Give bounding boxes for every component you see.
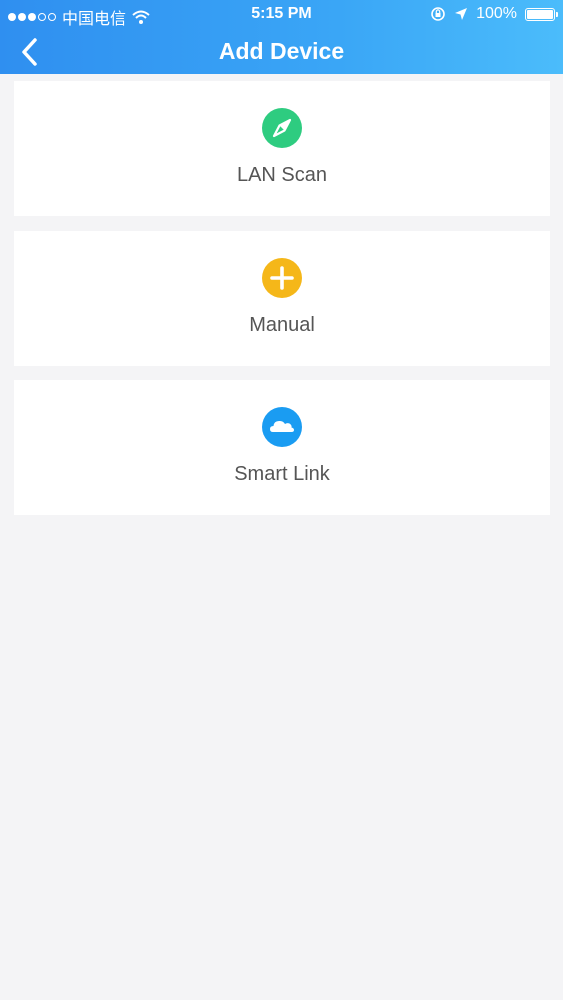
cloud-icon [262,407,302,447]
battery-percent: 100% [476,5,517,22]
status-right: 100% [430,5,558,23]
lan-scan-option[interactable]: LAN Scan [14,81,550,216]
compass-icon [262,108,302,148]
smart-link-label: Smart Link [234,463,330,485]
battery-icon [525,7,558,21]
rotation-lock-icon [431,7,445,21]
plus-icon [262,258,302,298]
app-header: 中国电信 5:15 PM 100% Add Device [0,0,563,74]
location-arrow-icon [455,8,468,20]
nav-bar: Add Device [0,30,563,74]
smart-link-option[interactable]: Smart Link [14,380,550,515]
lan-scan-label: LAN Scan [236,164,328,186]
manual-option[interactable]: Manual [14,231,550,366]
status-bar: 中国电信 5:15 PM 100% [0,0,563,30]
page-title: Add Device [218,38,345,64]
manual-label: Manual [249,314,315,336]
